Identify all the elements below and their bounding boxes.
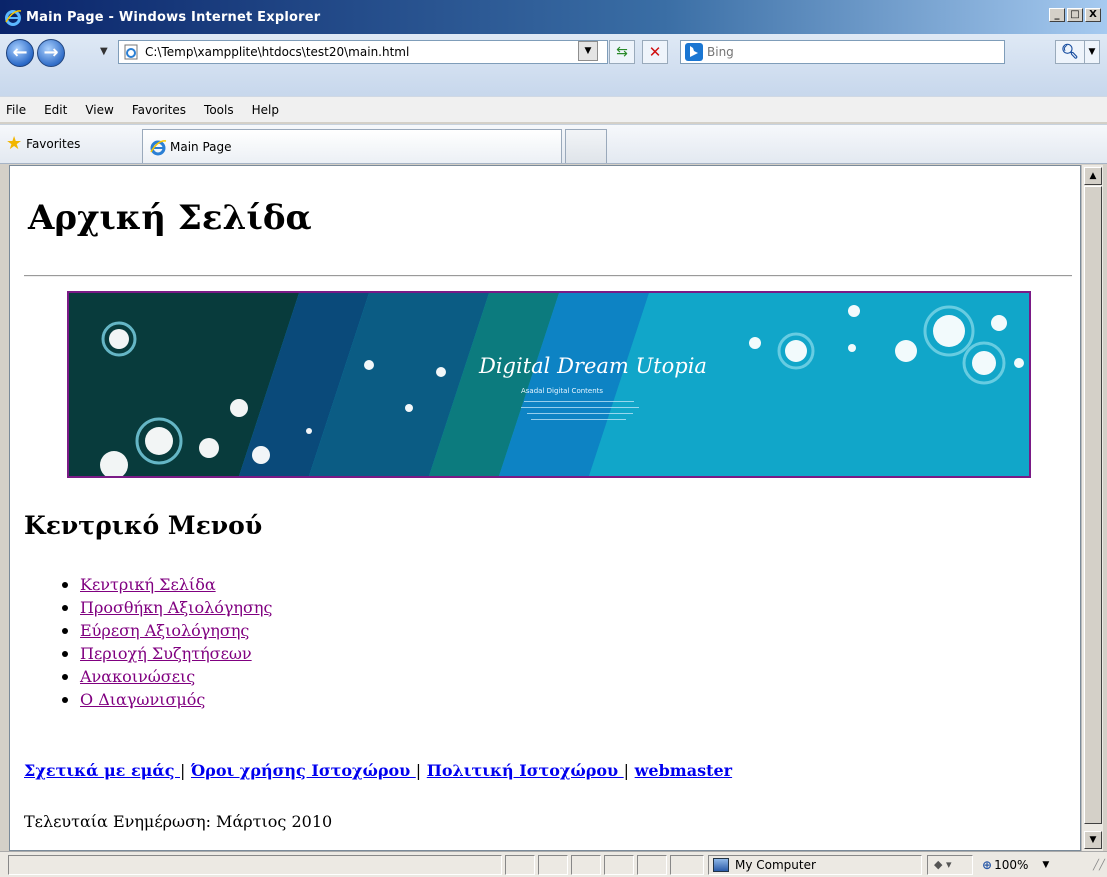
- about-link[interactable]: Σχετικά με εμάς: [24, 761, 180, 780]
- maximize-button[interactable]: □: [1067, 8, 1083, 22]
- stop-icon: ✕: [648, 43, 662, 61]
- bullet-icon: [62, 581, 68, 588]
- zoom-level: 100%: [994, 858, 1029, 872]
- link-separator: |: [623, 761, 630, 780]
- title-bar: Main Page - Windows Internet Explorer _ …: [0, 0, 1107, 34]
- footer-links: Σχετικά με εμάς | Όροι χρήσης Ιστοχώρου …: [24, 761, 732, 780]
- menu-view[interactable]: View: [85, 103, 113, 117]
- search-button[interactable]: 🔍︎: [1055, 40, 1085, 64]
- star-icon: ★: [6, 133, 23, 154]
- menu-link-add-review[interactable]: Προσθήκη Αξιολόγησης: [80, 596, 272, 619]
- page-icon: [124, 44, 138, 60]
- menu-help[interactable]: Help: [252, 103, 279, 117]
- bullet-icon: [62, 604, 68, 611]
- main-menu-list: Κεντρική Σελίδα Προσθήκη Αξιολόγησης Εύρ…: [62, 573, 272, 711]
- status-cell: [571, 855, 601, 875]
- status-bar: My Computer ◆ ▾ ⊕ 100% ▼ ╱╱: [0, 851, 1107, 877]
- address-input[interactable]: [145, 45, 585, 59]
- address-bar[interactable]: [118, 40, 608, 64]
- zoom-button[interactable]: ⊕ 100% ▼: [978, 855, 1078, 875]
- ie-logo-icon: [5, 10, 22, 26]
- favorites-button[interactable]: ★ Favorites: [6, 133, 80, 154]
- search-icon: 🔍︎: [1061, 44, 1079, 60]
- back-arrow-icon: ←: [12, 42, 28, 63]
- scrollbar-thumb[interactable]: [1084, 186, 1102, 824]
- search-options-button[interactable]: ▼: [1084, 40, 1100, 64]
- status-text-area: [8, 855, 502, 875]
- link-separator: |: [415, 761, 422, 780]
- stop-button[interactable]: ✕: [642, 40, 668, 64]
- window-title: Main Page - Windows Internet Explorer: [26, 9, 321, 25]
- favorites-label: Favorites: [26, 136, 81, 151]
- link-separator: |: [180, 761, 186, 780]
- ie-logo-icon: [150, 139, 167, 155]
- list-item: Εύρεση Αξιολόγησης: [62, 619, 272, 642]
- menu-edit[interactable]: Edit: [44, 103, 67, 117]
- address-toolbar: ← → ▼ ▼ ⇆ ✕ 🔍︎ ▼: [0, 34, 1107, 96]
- webmaster-link[interactable]: webmaster: [635, 761, 732, 780]
- last-update-text: Τελευταία Ενημέρωση: Μάρτιος 2010: [24, 812, 333, 831]
- list-item: Περιοχή Συζητήσεων: [62, 642, 272, 665]
- menu-heading: Κεντρικό Μενού: [24, 511, 263, 540]
- tab-main-page[interactable]: Main Page: [142, 129, 562, 163]
- zoom-dropdown-icon: ▼: [1042, 860, 1050, 870]
- page-title: Αρχική Σελίδα: [28, 198, 312, 238]
- scroll-up-icon[interactable]: ▲: [1084, 167, 1102, 185]
- scroll-down-icon[interactable]: ▼: [1084, 831, 1102, 849]
- protected-mode-button[interactable]: ◆ ▾: [927, 855, 973, 875]
- forward-arrow-icon: →: [43, 42, 59, 63]
- list-item: Ανακοινώσεις: [62, 665, 272, 688]
- bullet-icon: [62, 673, 68, 680]
- search-box[interactable]: [680, 40, 1005, 64]
- computer-icon: [713, 858, 729, 872]
- menu-tools[interactable]: Tools: [204, 103, 234, 117]
- menu-link-home[interactable]: Κεντρική Σελίδα: [80, 573, 216, 596]
- menu-link-forum[interactable]: Περιοχή Συζητήσεων: [80, 642, 252, 665]
- status-cell: [670, 855, 704, 875]
- address-dropdown-button[interactable]: ▼: [578, 41, 598, 61]
- bing-icon: [685, 43, 703, 61]
- banner-title: Digital Dream Utopia: [478, 354, 707, 378]
- bullet-icon: [62, 650, 68, 657]
- menu-link-announcements[interactable]: Ανακοινώσεις: [80, 665, 195, 688]
- status-cell: [604, 855, 634, 875]
- forward-button[interactable]: →: [37, 39, 65, 67]
- status-cell: [505, 855, 535, 875]
- horizontal-rule: [24, 275, 1072, 277]
- bullet-icon: [62, 627, 68, 634]
- refresh-button[interactable]: ⇆: [609, 40, 635, 64]
- list-item: Κεντρική Σελίδα: [62, 573, 272, 596]
- menu-link-find-review[interactable]: Εύρεση Αξιολόγησης: [80, 619, 249, 642]
- resize-grip-icon[interactable]: ╱╱: [1093, 860, 1105, 871]
- list-item: Προσθήκη Αξιολόγησης: [62, 596, 272, 619]
- favorites-bar: ★ Favorites Main Page: [0, 124, 1107, 164]
- refresh-icon: ⇆: [616, 44, 628, 60]
- search-input[interactable]: [707, 45, 987, 59]
- policy-link[interactable]: Πολιτική Ιστοχώρου: [427, 761, 624, 780]
- close-button[interactable]: X: [1085, 8, 1101, 22]
- terms-link[interactable]: Όροι χρήσης Ιστοχώρου: [191, 761, 416, 780]
- zoom-icon: ⊕: [982, 858, 993, 872]
- back-button[interactable]: ←: [6, 39, 34, 67]
- minimize-button[interactable]: _: [1049, 8, 1065, 22]
- menu-link-contest[interactable]: Ο Διαγωνισμός: [80, 688, 205, 711]
- security-zone[interactable]: My Computer: [708, 855, 922, 875]
- status-cell: [637, 855, 667, 875]
- new-tab-button[interactable]: [565, 129, 607, 163]
- vertical-scrollbar[interactable]: ▲ ▼: [1081, 165, 1103, 851]
- banner-image: Digital Dream Utopia Asadal Digital Cont…: [67, 291, 1031, 478]
- menu-bar: File Edit View Favorites Tools Help: [0, 96, 1107, 122]
- shield-icon: ◆ ▾: [934, 858, 952, 871]
- recent-pages-dropdown-icon[interactable]: ▼: [100, 46, 108, 57]
- banner-subtitle: Asadal Digital Contents: [521, 387, 603, 395]
- page-viewport: Αρχική Σελίδα Digital Dream Utopia Asada…: [9, 165, 1081, 851]
- bullet-icon: [62, 696, 68, 703]
- menu-file[interactable]: File: [6, 103, 26, 117]
- menu-favorites[interactable]: Favorites: [132, 103, 186, 117]
- zone-label: My Computer: [735, 858, 816, 872]
- tab-title: Main Page: [170, 139, 232, 154]
- list-item: Ο Διαγωνισμός: [62, 688, 272, 711]
- status-cell: [538, 855, 568, 875]
